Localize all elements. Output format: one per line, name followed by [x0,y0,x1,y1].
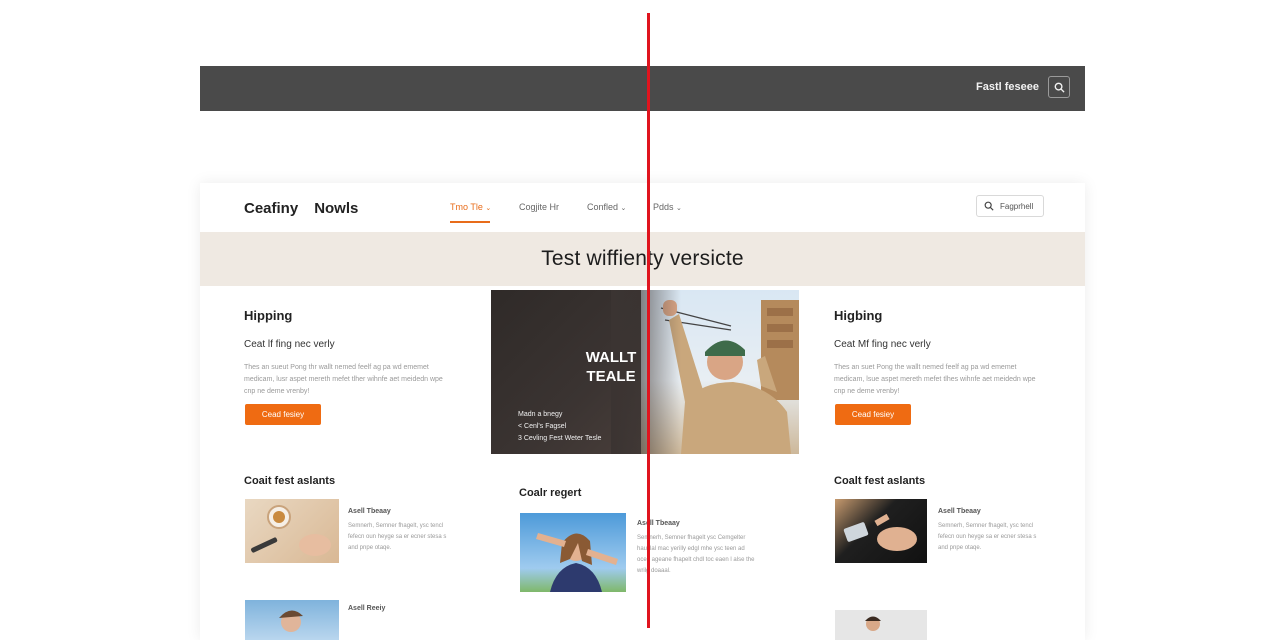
coffee-image [251,505,331,556]
card-thumbnail[interactable] [245,600,339,640]
left-title: Hipping [244,308,293,323]
left-section-title: Coait fest aslants [244,475,336,487]
nav-item-2-label: Cogjite Hr [519,202,560,212]
card-title[interactable]: Asell Tbeaay [637,520,680,527]
card-text: Semnerh, Semner fhagelt ysc Cemgelter ha… [637,535,755,574]
woman-image [536,533,618,592]
top-bar-label[interactable]: Fastl feseee [976,81,1039,93]
left-cta-button[interactable]: Cead fesiey [245,404,321,425]
top-search-button[interactable] [1048,76,1070,98]
card-thumbnail[interactable] [520,513,626,592]
person-image [279,610,303,632]
nav-item-3-label: Confled [587,202,619,212]
nav-active-underline [450,221,490,223]
hero-banner: Test wiffienty versicte [200,232,1085,286]
center-section-title: Coalr regert [519,487,582,499]
card-thumbnail[interactable] [835,610,927,640]
feature-banner[interactable]: WALLT TEALE Madn a bnegy < Cenl's Fagsel… [491,290,799,454]
right-subtitle: Ceat Mf fing nec verly [834,339,931,350]
feature-list-item: Madn a bnegy [518,411,563,418]
right-text: Thes an suet Pong the wallt nemed feelf … [834,364,1036,395]
search-input[interactable] [1000,201,1040,211]
logo-word-2: Nowls [314,200,359,217]
top-bar: Fastl feseee [200,66,1085,111]
feature-list-item: 3 Cevling Fest Weter Tesle [518,435,602,442]
card-title[interactable]: Asell Tbeaay [938,508,981,515]
chevron-down-icon: ⌄ [620,205,627,212]
right-title: Higbing [834,308,883,323]
right-section-title: Coalt fest aslants [834,475,926,487]
feature-list-item: < Cenl's Fagsel [518,423,567,430]
nav-item-3[interactable]: Confled ⌄ [587,202,626,212]
hero-title: Test wiffienty versicte [541,247,744,270]
nav-item-4[interactable]: Pdds ⌄ [653,202,682,212]
chevron-down-icon: ⌄ [485,205,492,212]
site-search[interactable] [976,195,1044,217]
right-cta-button[interactable]: Cead fesiey [835,404,911,425]
site-logo[interactable]: Ceafiny Nowls [244,200,358,217]
left-text: Thes an sueut Pong thr wallt nemed feelf… [244,364,443,395]
logo-word-1: Ceafiny [244,200,299,217]
card-text: Semnerh, Semner fhagelt, ysc tencl fefec… [348,523,447,551]
chevron-down-icon: ⌄ [676,205,682,212]
nav-item-4-label: Pdds [653,202,674,212]
nav-item-1-label: Tmo Tle [450,202,483,212]
divider-line [647,13,650,628]
card-thumbnail[interactable] [245,499,339,563]
search-icon [1054,82,1065,93]
card-title[interactable]: Asell Reeiy [348,605,385,612]
card-thumbnail[interactable] [835,499,927,563]
website-preview: Ceafiny Nowls Tmo Tle ⌄ Cogjite Hr Confle… [200,183,1085,640]
feature-title: WALLT TEALE [585,349,637,385]
card-title[interactable]: Asell Tbeaay [348,508,391,515]
card-text: Semnerh, Semner fhagelt, ysc tencl fefec… [938,523,1037,551]
search-icon [984,201,994,211]
nav-item-2[interactable]: Cogjite Hr [519,202,559,212]
phone-image [843,513,917,551]
feature-list: Madn a bnegy < Cenl's Fagsel 3 Cevling F… [518,409,601,445]
left-subtitle: Ceat lf fing nec verly [244,339,335,350]
person-image [865,616,881,631]
nav-item-1[interactable]: Tmo Tle ⌄ [450,202,491,212]
